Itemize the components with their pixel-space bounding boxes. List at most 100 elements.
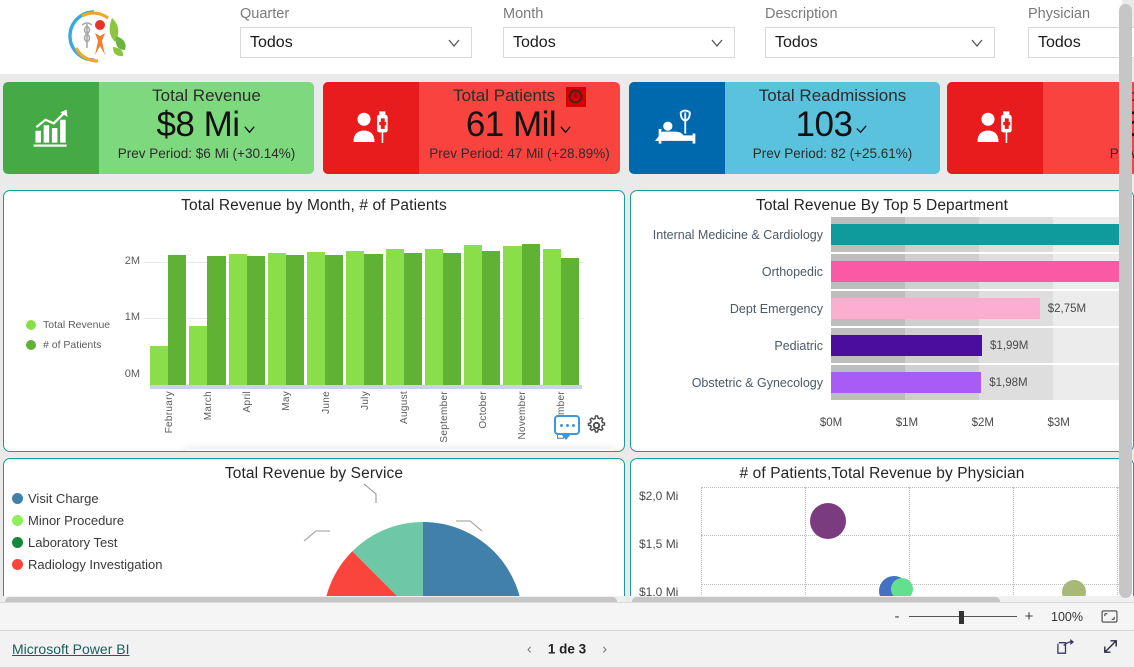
filter-description-select[interactable]: Todos bbox=[765, 27, 995, 58]
legend-item[interactable]: Laboratory Test bbox=[12, 535, 162, 550]
gear-icon[interactable] bbox=[586, 415, 607, 441]
x-axis-label: March bbox=[202, 391, 214, 421]
y-axis-tick-1m: 1M bbox=[124, 311, 140, 323]
bar-total-revenue[interactable] bbox=[385, 249, 404, 385]
bar-total-revenue[interactable] bbox=[464, 244, 483, 385]
dept-bar-row[interactable]: Internal Medicine & Cardiology bbox=[631, 217, 1133, 252]
bar-group[interactable] bbox=[189, 221, 226, 385]
hospital-logo bbox=[52, 6, 136, 68]
chevron-down-icon bbox=[711, 39, 723, 47]
bar-num-patients[interactable] bbox=[364, 253, 383, 385]
bar-num-patients[interactable] bbox=[246, 256, 265, 385]
previous-page-button[interactable]: ‹ bbox=[527, 641, 532, 658]
comment-bubble-icon[interactable] bbox=[554, 415, 580, 440]
kpi-card-total-readmissions[interactable]: Total Readmissions 103 Prev Period: 82 (… bbox=[629, 82, 940, 174]
chart-title: # of Patients,Total Revenue by Physician bbox=[739, 465, 1025, 482]
filter-quarter: Quarter Todos bbox=[240, 6, 472, 58]
bar-num-patients[interactable] bbox=[285, 254, 305, 385]
bar-num-patients[interactable] bbox=[521, 243, 540, 385]
zoom-out-button[interactable]: - bbox=[889, 608, 905, 625]
chart-patients-revenue-by-physician[interactable]: # of Patients,Total Revenue by Physician… bbox=[630, 458, 1134, 606]
fit-to-page-icon[interactable] bbox=[1101, 610, 1118, 623]
dept-bar-row[interactable]: Pediatric $1,99M bbox=[631, 328, 1133, 363]
chart-revenue-by-department[interactable]: Total Revenue By Top 5 Department Intern… bbox=[630, 190, 1134, 452]
x-axis-ticks: $0M $1M $2M $3M bbox=[820, 417, 1127, 433]
kpi-card-total-revenue[interactable]: Total Revenue $8 Mi Prev Period: $6 Mi (… bbox=[3, 82, 314, 174]
chart-revenue-by-month[interactable]: Total Revenue by Month, # of Patients To… bbox=[3, 190, 625, 452]
legend-item[interactable]: Radiology Investigation bbox=[12, 557, 162, 572]
bar-group[interactable] bbox=[385, 221, 423, 385]
bar-group[interactable] bbox=[307, 221, 344, 385]
dept-bar[interactable] bbox=[831, 224, 1131, 245]
bar-group[interactable] bbox=[346, 221, 383, 385]
dept-bar[interactable] bbox=[831, 372, 982, 393]
bar-total-revenue[interactable] bbox=[346, 250, 365, 385]
page-vertical-scrollbar[interactable] bbox=[1119, 4, 1132, 598]
bar-num-patients[interactable] bbox=[443, 252, 462, 385]
dept-bar[interactable] bbox=[831, 335, 983, 356]
bar-num-patients[interactable] bbox=[482, 250, 501, 385]
kpi-body: Total Readmissions 103 Prev Period: 82 (… bbox=[725, 82, 940, 174]
dept-bar-row[interactable]: Obstetric & Gynecology $1,98M bbox=[631, 365, 1133, 400]
zoom-slider[interactable] bbox=[909, 610, 1018, 624]
filter-month: Month Todos bbox=[503, 6, 735, 58]
bar-num-patients[interactable] bbox=[168, 254, 187, 385]
dept-bar-row[interactable]: Dept Emergency $2,75M bbox=[631, 291, 1133, 326]
bar-total-revenue[interactable] bbox=[542, 248, 561, 385]
kpi-subtitle: Prev Period: 47 Mil (+28.89%) bbox=[429, 146, 610, 161]
share-icon[interactable] bbox=[1056, 637, 1075, 661]
dept-bar[interactable] bbox=[831, 298, 1040, 319]
bar-total-revenue[interactable] bbox=[189, 325, 208, 385]
patient-iv-icon bbox=[353, 111, 388, 143]
legend-item-total-revenue[interactable]: Total Revenue bbox=[26, 319, 110, 331]
dept-band bbox=[1053, 328, 1127, 363]
kpi-card-total-c[interactable]: Total C 58 Prev Period bbox=[947, 82, 1134, 174]
fullscreen-icon[interactable] bbox=[1101, 637, 1120, 661]
bar-group[interactable] bbox=[503, 221, 540, 385]
bar-total-revenue[interactable] bbox=[267, 252, 286, 385]
zoom-slider-thumb[interactable] bbox=[959, 610, 965, 624]
bar-num-patients[interactable] bbox=[325, 254, 344, 385]
bar-num-patients[interactable] bbox=[560, 257, 579, 385]
xviz-promo-popup[interactable]: xViz Buy Now! More Visuals Videos bbox=[186, 449, 614, 451]
bar-total-revenue[interactable] bbox=[424, 249, 444, 385]
bar-total-revenue[interactable] bbox=[228, 253, 247, 385]
legend-item[interactable]: Visit Charge bbox=[12, 491, 162, 506]
kpi-card-row: Total Revenue $8 Mi Prev Period: $6 Mi (… bbox=[0, 78, 1134, 186]
bar-total-revenue[interactable] bbox=[150, 345, 169, 385]
dept-value-label: $1,99M bbox=[990, 339, 1029, 352]
legend-swatch bbox=[12, 537, 23, 548]
dept-band bbox=[1053, 365, 1127, 400]
kpi-value: 103 bbox=[795, 105, 853, 144]
y-axis-tick-2: $2,0 Mi bbox=[639, 489, 679, 503]
legend-item[interactable]: Minor Procedure bbox=[12, 513, 162, 528]
bar-num-patients[interactable] bbox=[403, 252, 422, 385]
bar-total-revenue[interactable] bbox=[503, 245, 522, 385]
chart-revenue-by-service[interactable]: Total Revenue by Service Visit Charge Min… bbox=[3, 458, 625, 606]
chart-plot-area bbox=[150, 221, 582, 385]
bar-group[interactable] bbox=[424, 221, 462, 385]
warning-icon[interactable] bbox=[565, 86, 586, 107]
bar-total-revenue[interactable] bbox=[307, 251, 326, 385]
trend-down-icon bbox=[560, 126, 571, 134]
bar-group[interactable] bbox=[228, 221, 266, 385]
filter-quarter-select[interactable]: Todos bbox=[240, 27, 472, 58]
legend-label: Visit Charge bbox=[28, 491, 99, 506]
dept-bar[interactable] bbox=[831, 261, 1124, 282]
kpi-card-total-patients[interactable]: Total Patients 61 Mil Prev Period: 47 Mi… bbox=[323, 82, 620, 174]
bar-group[interactable] bbox=[464, 221, 501, 385]
legend-item-patients[interactable]: # of Patients bbox=[26, 339, 110, 351]
bar-group[interactable] bbox=[542, 221, 580, 385]
bar-group[interactable] bbox=[150, 221, 187, 385]
bar-group[interactable] bbox=[267, 221, 305, 385]
legend-swatch bbox=[12, 493, 23, 504]
filter-month-select[interactable]: Todos bbox=[503, 27, 735, 58]
scatter-bubble[interactable] bbox=[810, 502, 847, 539]
chart-legend: Visit Charge Minor Procedure Laboratory Te… bbox=[12, 491, 162, 579]
next-page-button[interactable]: › bbox=[602, 641, 607, 658]
bar-num-patients[interactable] bbox=[207, 256, 226, 385]
zoom-in-button[interactable]: + bbox=[1021, 608, 1037, 625]
dept-bar-row[interactable]: Orthopedic bbox=[631, 254, 1133, 289]
filter-month-label: Month bbox=[503, 6, 544, 22]
microsoft-power-bi-link[interactable]: Microsoft Power BI bbox=[12, 641, 129, 657]
